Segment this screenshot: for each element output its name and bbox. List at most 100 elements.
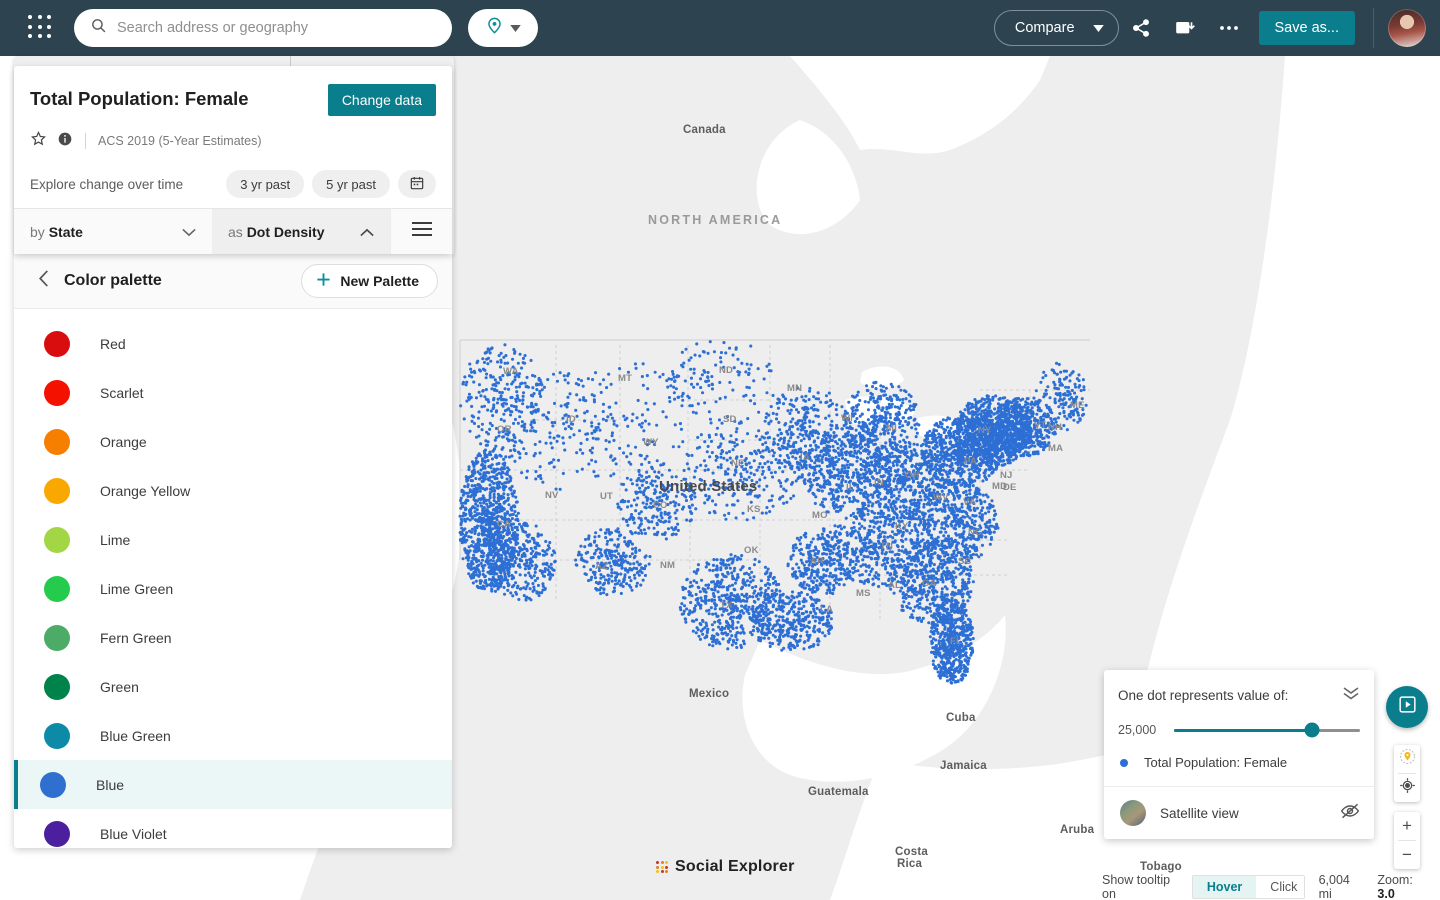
map-state-label-va: VA [963, 497, 976, 508]
chevron-left-icon [38, 269, 49, 292]
map-state-label-sc: SC [958, 556, 972, 567]
map-state-label-vt: VT [1034, 420, 1047, 431]
map-label-cuba: Cuba [946, 712, 976, 724]
palette-color-label: Fern Green [100, 629, 172, 646]
palette-color-label: Orange Yellow [100, 482, 191, 499]
collapse-legend-button[interactable] [1342, 686, 1360, 705]
more-options-button[interactable] [1207, 6, 1251, 50]
change-data-button[interactable]: Change data [327, 84, 436, 116]
slider-fill [1174, 728, 1312, 732]
zoom-in-button[interactable]: + [1394, 812, 1420, 840]
compare-button[interactable]: Compare [993, 10, 1119, 46]
map-state-label-az: AZ [595, 561, 609, 572]
map-state-label-or: OR [497, 424, 512, 435]
legend-title: One dot represents value of: [1118, 688, 1289, 703]
series-label: Total Population: Female [1144, 755, 1288, 770]
as-value: Dot Density [246, 223, 325, 240]
calendar-button[interactable] [398, 170, 436, 198]
palette-option-lime[interactable]: Lime [14, 515, 452, 564]
caret-down-icon [1092, 20, 1104, 36]
data-panel-controls: by State as Dot Density [14, 208, 452, 254]
story-tour-button[interactable] [1386, 686, 1428, 728]
eye-off-icon[interactable] [1340, 803, 1360, 824]
topbar-actions: Compare Save as... [993, 6, 1440, 50]
search-input[interactable] [117, 20, 436, 36]
new-palette-button[interactable]: New Palette [301, 263, 438, 298]
layer-menu-button[interactable] [390, 209, 452, 254]
time-option-3yr[interactable]: 3 yr past [226, 170, 305, 198]
locate-me-button[interactable] [1394, 774, 1420, 802]
data-meta-row: ACS 2019 (5-Year Estimates) [30, 130, 436, 152]
map-state-label-tx: TX [720, 600, 733, 611]
back-button[interactable] [28, 269, 58, 292]
dot-value-slider-row: 25,000 [1104, 705, 1374, 738]
map-state-label-ks: KS [747, 504, 761, 515]
page-title: Total Population: Female [30, 88, 249, 109]
play-tour-icon [1398, 695, 1417, 719]
palette-option-fern-green[interactable]: Fern Green [14, 613, 452, 662]
palette-option-blue-violet[interactable]: Blue Violet [14, 809, 452, 848]
satellite-view-row[interactable]: Satellite view [1104, 786, 1374, 839]
apps-grid-icon[interactable] [28, 15, 54, 41]
palette-option-scarlet[interactable]: Scarlet [14, 368, 452, 417]
geography-level-selector[interactable]: by State [14, 209, 212, 254]
color-list[interactable]: Red Scarlet Orange Orange Yellow Lime Lime Gr… [14, 309, 452, 848]
compare-label: Compare [1014, 20, 1075, 36]
series-color-dot [1120, 758, 1128, 767]
map-label-mexico: Mexico [689, 688, 730, 700]
zoom-out-button[interactable]: − [1394, 841, 1420, 869]
search-icon [90, 17, 107, 39]
user-avatar[interactable] [1388, 9, 1426, 47]
explore-label: Explore change over time [30, 176, 184, 192]
palette-option-lime-green[interactable]: Lime Green [14, 564, 452, 613]
tooltip-mode-label: Show tooltip on [1102, 873, 1171, 900]
map-label-rica: Rica [897, 858, 923, 870]
data-panel-body: Total Population: Female Change data ACS… [14, 66, 452, 208]
points-of-interest-pin-icon [1399, 748, 1416, 770]
palette-option-blue-green[interactable]: Blue Green [14, 711, 452, 760]
map-status-bar: Show tooltip on Hover Click 6,004 mi Zoo… [1090, 873, 1440, 900]
palette-color-swatch [44, 673, 70, 700]
search-box[interactable] [74, 9, 452, 47]
tooltip-mode-click[interactable]: Click [1256, 876, 1304, 898]
location-picker-button[interactable] [468, 9, 538, 47]
map-label-north-america: NORTH AMERICA [648, 213, 783, 227]
palette-color-swatch [44, 379, 70, 406]
info-icon[interactable] [57, 131, 73, 152]
legend-series-item[interactable]: Total Population: Female [1104, 737, 1374, 786]
map-state-label-nd: ND [719, 365, 734, 376]
satellite-thumbnail [1120, 800, 1146, 826]
map-state-label-tn: TN [880, 541, 894, 552]
map-state-label-nj: NJ [1000, 470, 1013, 481]
palette-option-red[interactable]: Red [14, 319, 452, 368]
points-of-interest-button[interactable] [1394, 745, 1420, 773]
share-button[interactable] [1119, 6, 1163, 50]
data-panel-header: Total Population: Female Change data [30, 84, 436, 116]
as-lead: as [228, 223, 243, 240]
palette-color-swatch [44, 722, 70, 749]
double-chevron-down-icon [1342, 687, 1360, 704]
palette-option-orange[interactable]: Orange [14, 417, 452, 466]
palette-option-green[interactable]: Green [14, 662, 452, 711]
tooltip-mode-hover[interactable]: Hover [1192, 876, 1257, 898]
palette-option-orange-yellow[interactable]: Orange Yellow [14, 466, 452, 515]
time-option-5yr[interactable]: 5 yr past [312, 170, 390, 198]
palette-color-swatch [44, 477, 70, 504]
slider-handle[interactable] [1304, 722, 1320, 738]
palette-color-label: Lime [100, 531, 131, 548]
dot-value-slider[interactable] [1174, 722, 1360, 738]
star-icon[interactable] [30, 130, 47, 152]
data-source-label: ACS 2019 (5-Year Estimates) [98, 134, 262, 148]
palette-panel-header: Color palette New Palette [14, 253, 452, 309]
palette-option-blue[interactable]: Blue [14, 760, 452, 809]
dot-value-label: 25,000 [1118, 723, 1157, 737]
map-state-label-me: ME [1070, 400, 1085, 411]
export-image-button[interactable] [1163, 6, 1207, 50]
map-state-label-ms: MS [856, 588, 871, 599]
map-label-costa: Costa [895, 846, 928, 858]
visualization-type-selector[interactable]: as Dot Density [212, 209, 390, 254]
map-state-label-nc: NC [968, 527, 983, 538]
brand-name: Social Explorer [675, 858, 795, 875]
save-as-button[interactable]: Save as... [1258, 11, 1355, 45]
calendar-icon [409, 175, 425, 194]
